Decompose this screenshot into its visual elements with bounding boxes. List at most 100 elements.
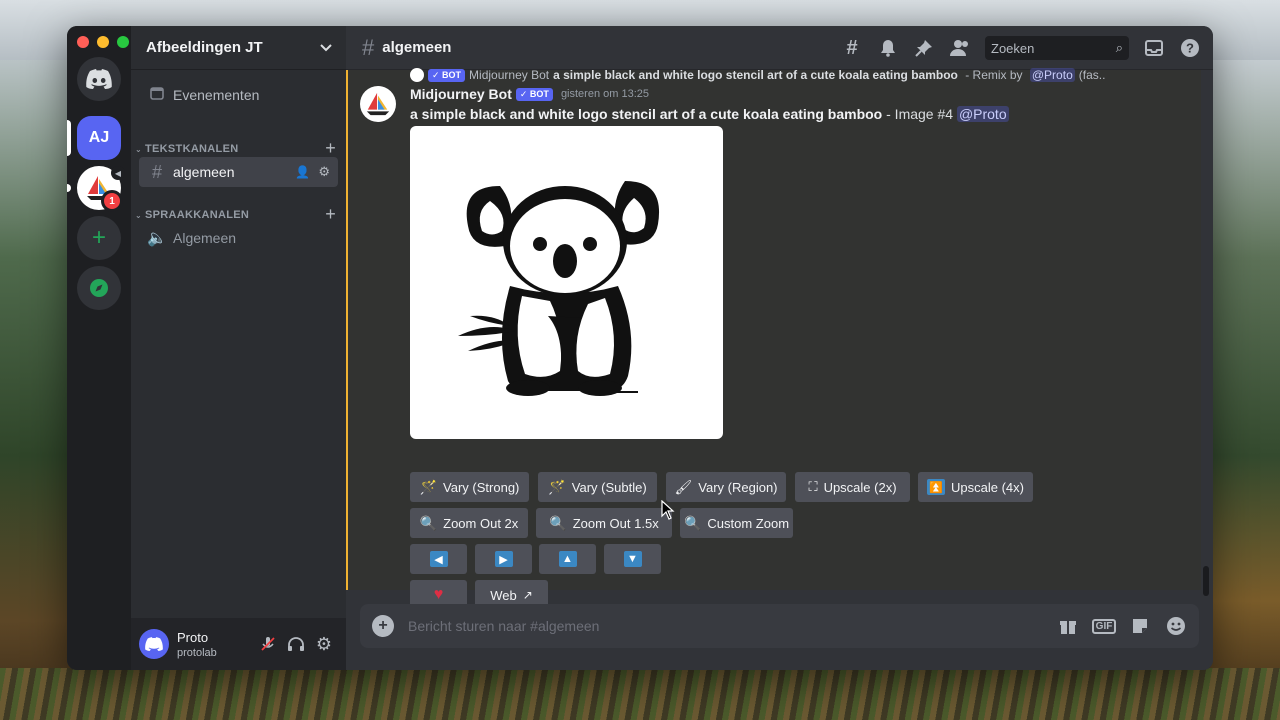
button-label: Web <box>490 587 517 603</box>
avatar[interactable] <box>360 86 396 122</box>
message-mention[interactable]: @Proto <box>956 106 1009 122</box>
magic-wand-icon: 🪄 <box>548 478 566 495</box>
button-label: Upscale (2x) <box>823 479 897 495</box>
close-window-button[interactable] <box>77 36 89 48</box>
avatar[interactable] <box>139 629 169 659</box>
message-list: ✓ BOT Midjourney Bot a simple black and … <box>346 68 1213 610</box>
sticker-icon <box>1133 619 1147 633</box>
minimize-window-button[interactable] <box>97 36 109 48</box>
explore-servers-button[interactable] <box>77 266 121 310</box>
server-afbeeldingen-jt[interactable]: AJ <box>77 116 121 160</box>
pan-up-button[interactable]: ▲ <box>539 544 596 574</box>
scrollbar[interactable] <box>1203 566 1209 596</box>
upscale-4x-button[interactable]: ⏫ Upscale (4x) <box>918 472 1033 502</box>
message-input[interactable]: Bericht sturen naar #algemeen <box>408 618 1043 634</box>
zoom-out-1-5x-button[interactable]: 🔍 Zoom Out 1.5x <box>536 508 672 538</box>
search-input[interactable]: Zoeken ⌕ <box>985 36 1129 60</box>
speaker-icon: ◀ <box>111 166 125 180</box>
reply-trail: (fas.. <box>1078 68 1106 82</box>
mention-badge: 1 <box>101 190 123 212</box>
pin-icon <box>915 40 932 57</box>
invite-member-icon[interactable]: 👤 <box>295 165 310 179</box>
server-name: Afbeeldingen JT <box>146 39 263 56</box>
generated-image[interactable] <box>410 126 723 439</box>
custom-zoom-button[interactable]: 🔍 Custom Zoom <box>680 508 793 538</box>
headphones-icon <box>288 637 304 651</box>
gear-icon: ⚙ <box>315 633 333 654</box>
user-info[interactable]: Proto protolab <box>177 630 254 659</box>
member-list-button[interactable] <box>949 37 971 59</box>
pinned-messages-button[interactable] <box>913 37 935 59</box>
mute-microphone-button[interactable] <box>254 630 282 658</box>
gif-button[interactable]: GIF <box>1091 615 1117 637</box>
message-prompt: a simple black and white logo stencil ar… <box>410 106 883 122</box>
sidebar-item-voice-algemeen[interactable]: 🔈 Algemeen <box>139 223 338 253</box>
button-label: Upscale (4x) <box>951 479 1024 495</box>
message-composer[interactable]: + Bericht sturen naar #algemeen GIF <box>360 604 1199 648</box>
unread-server-indicator <box>67 184 71 192</box>
active-server-indicator <box>67 120 71 156</box>
sticker-button[interactable] <box>1129 615 1151 637</box>
reply-mention[interactable]: @Proto <box>1029 68 1075 82</box>
pan-left-button[interactable]: ◀ <box>410 544 467 574</box>
server-midjourney[interactable]: ◀ 1 <box>77 166 125 212</box>
add-server-button[interactable]: + <box>77 216 121 260</box>
speaker-icon: 🔈 <box>147 230 167 247</box>
attach-button[interactable]: + <box>372 615 394 637</box>
create-text-channel-button[interactable]: + <box>325 138 336 159</box>
plus-icon: + <box>91 224 106 251</box>
gift-button[interactable] <box>1057 615 1079 637</box>
plus-icon: + <box>378 617 388 634</box>
gift-icon <box>1060 621 1076 634</box>
category-voice-channels[interactable]: ⌄ SPRAAKKANALEN + <box>135 204 336 225</box>
svg-text:?: ? <box>1186 41 1194 56</box>
hashtag-icon: # <box>151 161 162 182</box>
vary-region-button[interactable]: 🖌 Vary (Region) <box>666 472 786 502</box>
arrow-left-icon: ◀ <box>429 551 448 567</box>
channel-sidebar: Afbeeldingen JT Evenementen ⌄ TEKSTKANALE… <box>131 26 346 670</box>
desktop-background-left <box>0 60 70 720</box>
vary-subtle-button[interactable]: 🪄 Vary (Subtle) <box>538 472 657 502</box>
zoom-out-2x-button[interactable]: 🔍 Zoom Out 2x <box>410 508 528 538</box>
arrow-down-icon: ▼ <box>623 551 642 567</box>
message-author[interactable]: Midjourney Bot <box>410 86 512 102</box>
user-tag: protolab <box>177 646 217 659</box>
compass-icon <box>90 279 108 297</box>
notifications-button[interactable] <box>877 37 899 59</box>
maximize-window-button[interactable] <box>117 36 129 48</box>
threads-button[interactable]: # <box>841 37 863 59</box>
user-settings-button[interactable]: ⚙ <box>310 630 338 658</box>
window-controls <box>77 36 129 48</box>
vary-strong-button[interactable]: 🪄 Vary (Strong) <box>410 472 529 502</box>
pan-down-button[interactable]: ▼ <box>604 544 661 574</box>
category-text-channels[interactable]: ⌄ TEKSTKANALEN + <box>135 138 336 159</box>
bot-tag: ✓ BOT <box>515 87 553 101</box>
create-voice-channel-button[interactable]: + <box>325 204 336 225</box>
upscale-2x-button[interactable]: ⛶ Upscale (2x) <box>795 472 910 502</box>
koala-image <box>458 181 660 396</box>
threads-icon: # <box>846 36 858 59</box>
chevron-down-icon <box>320 43 332 51</box>
inbox-button[interactable] <box>1143 37 1165 59</box>
pan-right-button[interactable]: ▶ <box>475 544 532 574</box>
sidebar-item-label: Algemeen <box>173 230 237 246</box>
server-header[interactable]: Afbeeldingen JT <box>131 26 346 70</box>
message-timestamp: gisteren om 13:25 <box>560 88 649 100</box>
chevron-down-icon: ⌄ <box>135 144 143 154</box>
server-rail: AJ ◀ 1 + <box>67 26 131 670</box>
hashtag-icon: # <box>362 34 375 60</box>
deafen-button[interactable] <box>282 630 310 658</box>
emoji-button[interactable] <box>1165 615 1187 637</box>
sidebar-item-algemeen[interactable]: # algemeen 👤 ⚙ <box>139 157 338 187</box>
gear-icon[interactable]: ⚙ <box>318 164 330 180</box>
button-label: Vary (Strong) <box>443 479 520 495</box>
home-button[interactable] <box>77 57 121 101</box>
heart-icon: ♥ <box>433 586 444 603</box>
microphone-muted-icon <box>261 637 275 651</box>
arrow-right-icon: ▶ <box>494 551 513 567</box>
sidebar-item-events[interactable]: Evenementen <box>139 80 338 110</box>
magnifier-icon: 🔍 <box>683 514 702 531</box>
help-button[interactable]: ? <box>1179 37 1201 59</box>
gif-icon: GIF <box>1091 618 1117 634</box>
reply-reference[interactable]: ✓ BOT Midjourney Bot a simple black and … <box>410 68 1105 82</box>
